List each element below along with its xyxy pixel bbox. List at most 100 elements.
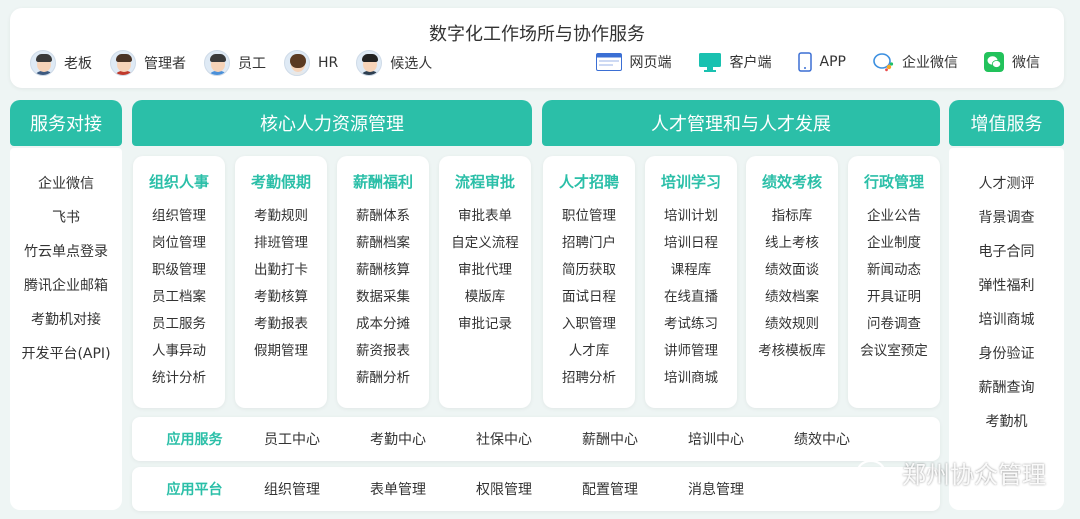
band-item: 绩效中心 (794, 432, 850, 448)
module-item: 问卷调查 (867, 316, 921, 332)
module-item: 人才库 (568, 343, 610, 359)
platform-label: 企业微信 (902, 55, 958, 71)
module-title: 考勤假期 (250, 173, 311, 191)
desktop-monitor-icon (698, 53, 721, 72)
service-docking-card: 企业微信 飞书 竹云单点登录 腾讯企业邮箱 考勤机对接 开发平台(API) (10, 148, 122, 510)
role-hr: HR (284, 50, 338, 76)
list-item: 飞书 (52, 210, 80, 226)
module-item: 假期管理 (254, 343, 308, 359)
band-item: 组织管理 (264, 482, 320, 498)
module-item: 企业公告 (867, 208, 921, 224)
module-card-org: 组织人事 组织管理 岗位管理 职级管理 员工档案 员工服务 人事异动 统计分析 (133, 156, 225, 408)
module-item: 岗位管理 (152, 235, 206, 251)
band-item: 权限管理 (476, 482, 532, 498)
platform-web: 网页端 (595, 52, 672, 72)
module-item: 新闻动态 (867, 262, 921, 278)
module-item: 人事异动 (152, 343, 206, 359)
band-item: 员工中心 (264, 432, 320, 448)
list-item: 人才测评 (978, 176, 1035, 192)
module-title: 培训学习 (660, 173, 721, 191)
module-item: 职位管理 (562, 208, 616, 224)
list-item: 薪酬查询 (978, 380, 1035, 396)
module-item: 绩效规则 (765, 316, 819, 332)
platform-label: APP (819, 54, 846, 70)
wecom-icon (873, 53, 894, 72)
role-label: 老板 (64, 56, 92, 72)
module-item: 培训日程 (664, 235, 718, 251)
module-card-payroll: 薪酬福利 薪酬体系 薪酬档案 薪酬核算 数据采集 成本分摊 薪资报表 薪酬分析 (337, 156, 429, 408)
service-docking-header: 服务对接 (10, 100, 122, 146)
module-item: 审批记录 (458, 316, 512, 332)
module-item: 组织管理 (152, 208, 206, 224)
module-item: 薪酬体系 (356, 208, 410, 224)
module-item: 统计分析 (152, 370, 206, 386)
web-browser-icon (595, 53, 622, 71)
module-item: 入职管理 (562, 316, 616, 332)
module-item: 招聘门户 (562, 235, 616, 251)
talent-header: 人才管理和与人才发展 (542, 100, 940, 146)
module-item: 会议室预定 (860, 343, 928, 359)
manager-avatar-icon (110, 50, 136, 76)
mobile-phone-icon (797, 52, 812, 72)
module-item: 简历获取 (562, 262, 616, 278)
module-item: 考勤报表 (254, 316, 308, 332)
module-item: 线上考核 (765, 235, 819, 251)
module-item: 绩效档案 (765, 289, 819, 305)
hr-avatar-icon (284, 50, 310, 76)
platform-wecom: 企业微信 (872, 52, 958, 72)
module-card-performance: 绩效考核 指标库 线上考核 绩效面谈 绩效档案 绩效规则 考核模板库 (746, 156, 838, 408)
module-title: 薪酬福利 (352, 173, 413, 191)
list-item: 考勤机 (985, 414, 1028, 430)
band-label: 应用平台 (166, 482, 223, 498)
module-item: 考核模板库 (758, 343, 826, 359)
role-manager: 管理者 (110, 50, 186, 76)
module-item: 数据采集 (356, 289, 410, 305)
module-item: 审批表单 (458, 208, 512, 224)
band-item: 社保中心 (476, 432, 532, 448)
watermark-text: 郑州协众管理 (902, 461, 1046, 489)
module-item: 薪酬核算 (356, 262, 410, 278)
module-card-recruitment: 人才招聘 职位管理 招聘门户 简历获取 面试日程 入职管理 人才库 招聘分析 (543, 156, 635, 408)
role-label: HR (318, 55, 339, 71)
list-item: 企业微信 (38, 176, 94, 192)
module-title: 组织人事 (148, 173, 209, 191)
module-card-training: 培训学习 培训计划 培训日程 课程库 在线直播 考试练习 讲师管理 培训商城 (645, 156, 737, 408)
band-item: 薪酬中心 (582, 432, 638, 448)
boss-avatar-icon (30, 50, 56, 76)
module-item: 员工档案 (152, 289, 206, 305)
band-label: 应用服务 (166, 432, 223, 448)
app-services-band: 应用服务 员工中心 考勤中心 社保中心 薪酬中心 培训中心 绩效中心 (132, 417, 940, 461)
platform-label: 微信 (1012, 55, 1040, 71)
banner-title: 数字化工作场所与协作服务 (429, 24, 645, 45)
list-item: 身份验证 (978, 346, 1035, 362)
module-item: 课程库 (670, 262, 712, 278)
list-item: 电子合同 (978, 244, 1035, 260)
module-item: 排班管理 (254, 235, 308, 251)
role-list: 老板 管理者 员工 HR 候选人 (30, 50, 432, 76)
module-item: 企业制度 (867, 235, 921, 251)
band-item: 培训中心 (688, 432, 744, 448)
module-item: 讲师管理 (664, 343, 718, 359)
value-added-header: 增值服务 (949, 100, 1064, 146)
role-candidate: 候选人 (356, 50, 432, 76)
module-item: 薪资报表 (356, 343, 410, 359)
module-item: 自定义流程 (451, 235, 519, 251)
module-item: 出勤打卡 (254, 262, 308, 278)
candidate-avatar-icon (356, 50, 383, 76)
module-title: 人才招聘 (558, 173, 619, 191)
module-title: 流程审批 (454, 173, 515, 191)
module-card-approval: 流程审批 审批表单 自定义流程 审批代理 模版库 审批记录 (439, 156, 531, 408)
employee-avatar-icon (204, 50, 230, 76)
module-item: 成本分摊 (356, 316, 410, 332)
platform-app: APP (797, 52, 846, 72)
band-item: 消息管理 (688, 482, 744, 498)
list-item: 考勤机对接 (31, 312, 101, 328)
watermark: 郑州协众管理 (856, 455, 1046, 490)
module-title: 绩效考核 (761, 173, 822, 191)
wechat-watermark-icon (856, 459, 893, 485)
module-item: 考试练习 (664, 316, 718, 332)
module-item: 培训商城 (664, 370, 718, 386)
role-label: 管理者 (144, 56, 186, 72)
band-item: 表单管理 (370, 482, 426, 498)
role-label: 候选人 (390, 56, 433, 72)
